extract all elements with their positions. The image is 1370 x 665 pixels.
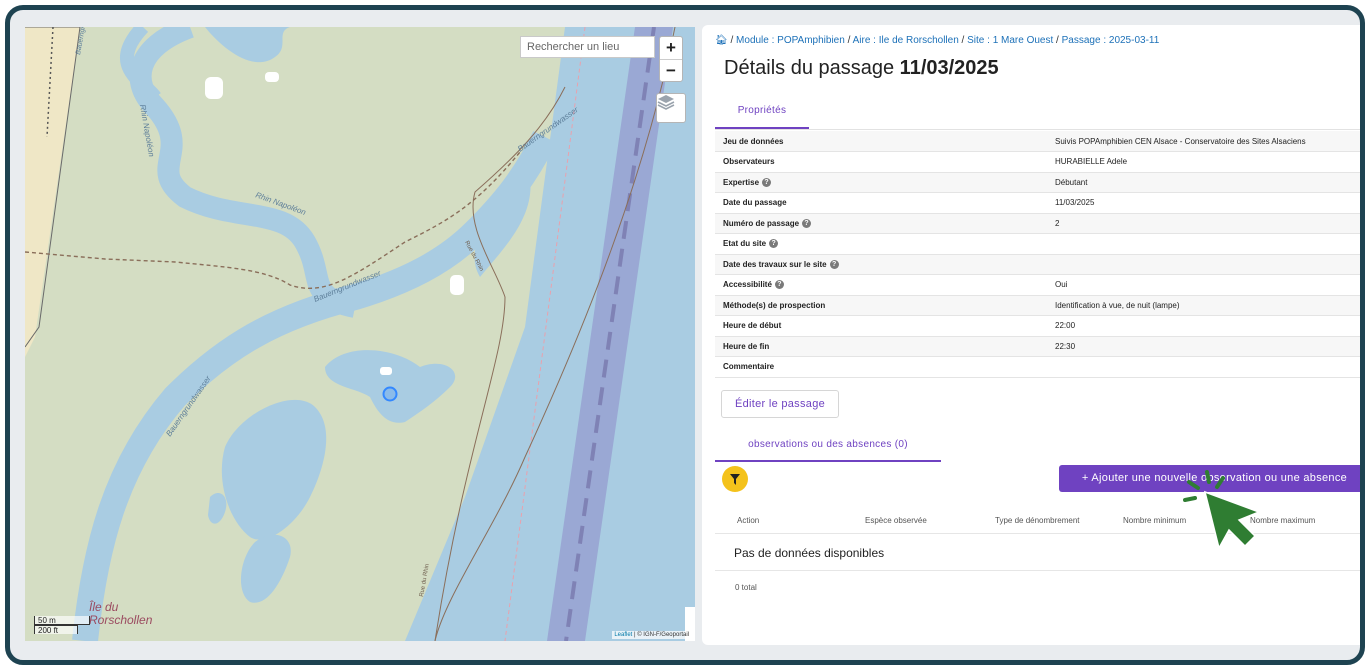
property-label-text: Méthode(s) de prospection <box>723 300 826 310</box>
property-label-text: Heure de début <box>723 321 782 331</box>
property-row: Commentaire <box>715 356 1360 378</box>
property-label-text: Date des travaux sur le site <box>723 259 827 269</box>
zoom-out-button[interactable]: − <box>660 59 682 81</box>
property-label: Numéro de passage? <box>715 213 1047 234</box>
property-label-text: Heure de fin <box>723 341 770 351</box>
column-action[interactable]: Action <box>737 516 759 525</box>
properties-table: Jeu de données Suivis POPAmphibien CEN Al… <box>715 131 1360 378</box>
property-value: Débutant <box>1047 172 1360 193</box>
property-value: Suivis POPAmphibien CEN Alsace - Conserv… <box>1047 131 1360 152</box>
property-label-text: Numéro de passage <box>723 218 800 228</box>
edit-passage-button[interactable]: Éditer le passage <box>721 390 839 418</box>
scale-metric: 50 m <box>34 616 90 625</box>
property-label: Heure de début <box>715 315 1047 337</box>
property-row: Date des travaux sur le site? <box>715 254 1360 275</box>
property-label-text: Observateurs <box>723 157 775 167</box>
property-value: 22:00 <box>1047 315 1360 337</box>
map-place-label: Île du Rorschollen <box>89 601 152 627</box>
home-icon[interactable]: 🏠︎ <box>715 35 728 46</box>
property-value: Oui <box>1047 274 1360 296</box>
attribution-text: | © IGN-F/Geoportail <box>632 632 689 638</box>
property-row: Heure de début 22:00 <box>715 315 1360 337</box>
page-title: Détails du passage 11/03/2025 <box>724 57 999 80</box>
map-search-input[interactable]: Rechercher un lieu <box>520 36 655 58</box>
tab-divider <box>715 129 1360 130</box>
property-label: Accessibilité? <box>715 274 1047 296</box>
layers-button[interactable] <box>656 93 686 123</box>
column-type-denombrement[interactable]: Type de dénombrement <box>995 516 1080 525</box>
property-row: Numéro de passage? 2 <box>715 213 1360 234</box>
property-label: Date du passage <box>715 192 1047 214</box>
property-row: Jeu de données Suivis POPAmphibien CEN Al… <box>715 131 1360 152</box>
breadcrumb-site[interactable]: Site : 1 Mare Ouest <box>967 35 1053 46</box>
table-total: 0 total <box>735 583 757 592</box>
property-value <box>1047 356 1360 378</box>
zoom-control: + − <box>659 36 683 82</box>
property-label-text: Date du passage <box>723 198 787 208</box>
breadcrumb-module[interactable]: Module : POPAmphibien <box>736 35 845 46</box>
property-label-text: Accessibilité <box>723 280 772 290</box>
property-value: Identification à vue, de nuit (lampe) <box>1047 295 1360 316</box>
help-icon[interactable]: ? <box>829 259 839 269</box>
help-icon[interactable]: ? <box>762 177 772 187</box>
filter-icon <box>730 473 740 485</box>
scale-imperial: 200 ft <box>34 625 78 635</box>
property-value <box>1047 233 1360 255</box>
property-label: Date des travaux sur le site? <box>715 254 1047 275</box>
column-nombre-minimum[interactable]: Nombre minimum <box>1123 516 1186 525</box>
filter-button[interactable] <box>722 466 748 492</box>
property-value <box>1047 254 1360 275</box>
map-canvas: Rhin Napoléon Rhin Napoléon Bauerngrundw… <box>25 27 695 641</box>
leaflet-link[interactable]: Leaflet <box>614 632 632 638</box>
map[interactable]: Rhin Napoléon Rhin Napoléon Bauerngrundw… <box>25 27 695 641</box>
site-marker[interactable] <box>382 386 398 402</box>
property-label-text: Expertise <box>723 177 760 187</box>
breadcrumb-passage[interactable]: Passage : 2025-03-11 <box>1062 35 1160 46</box>
page-title-date: 11/03/2025 <box>899 57 999 79</box>
column-espece[interactable]: Espèce observée <box>865 516 927 525</box>
screen-frame: Rhin Napoléon Rhin Napoléon Bauerngrundw… <box>5 5 1365 665</box>
help-icon[interactable]: ? <box>769 239 779 249</box>
click-cursor-icon <box>1183 470 1262 551</box>
property-value: HURABIELLE Adele <box>1047 151 1360 173</box>
property-row: Accessibilité? Oui <box>715 274 1360 296</box>
zoom-in-button[interactable]: + <box>660 37 682 59</box>
tab-observations[interactable]: observations ou des absences (0) <box>715 435 941 462</box>
layers-icon <box>657 95 675 110</box>
property-label: Méthode(s) de prospection <box>715 295 1047 316</box>
property-label: Expertise? <box>715 172 1047 193</box>
empty-table-message: Pas de données disponibles <box>715 535 1360 571</box>
property-label: Heure de fin <box>715 336 1047 357</box>
property-row: Date du passage 11/03/2025 <box>715 192 1360 214</box>
observations-table-header: Action Espèce observée Type de dénombrem… <box>715 507 1360 534</box>
place-label-line2: Rorschollen <box>89 613 153 627</box>
property-label: Jeu de données <box>715 131 1047 152</box>
breadcrumb: 🏠︎ / Module : POPAmphibien / Aire : Ile … <box>715 35 1160 46</box>
help-icon[interactable]: ? <box>802 218 812 228</box>
property-value: 11/03/2025 <box>1047 192 1360 214</box>
map-attribution: Leaflet | © IGN-F/Geoportail <box>612 631 691 639</box>
property-label-text: Commentaire <box>723 362 775 372</box>
property-label-text: Jeu de données <box>723 136 784 146</box>
property-label: Etat du site? <box>715 233 1047 255</box>
property-row: Etat du site? <box>715 233 1360 255</box>
tab-properties[interactable]: Propriétés <box>715 100 809 129</box>
property-value: 22:30 <box>1047 336 1360 357</box>
breadcrumb-aire[interactable]: Aire : Ile de Rorschollen <box>853 35 959 46</box>
property-label-text: Etat du site <box>723 239 767 249</box>
property-row: Méthode(s) de prospection Identification … <box>715 295 1360 316</box>
property-label: Observateurs <box>715 151 1047 173</box>
map-scale: 50 m 200 ft <box>34 616 90 635</box>
property-value: 2 <box>1047 213 1360 234</box>
property-row: Observateurs HURABIELLE Adele <box>715 151 1360 173</box>
property-row: Expertise? Débutant <box>715 172 1360 193</box>
property-row: Heure de fin 22:30 <box>715 336 1360 357</box>
help-icon[interactable]: ? <box>774 280 784 290</box>
details-panel: 🏠︎ / Module : POPAmphibien / Aire : Ile … <box>702 25 1360 645</box>
page-title-prefix: Détails du passage <box>724 57 900 79</box>
property-label: Commentaire <box>715 356 1047 378</box>
